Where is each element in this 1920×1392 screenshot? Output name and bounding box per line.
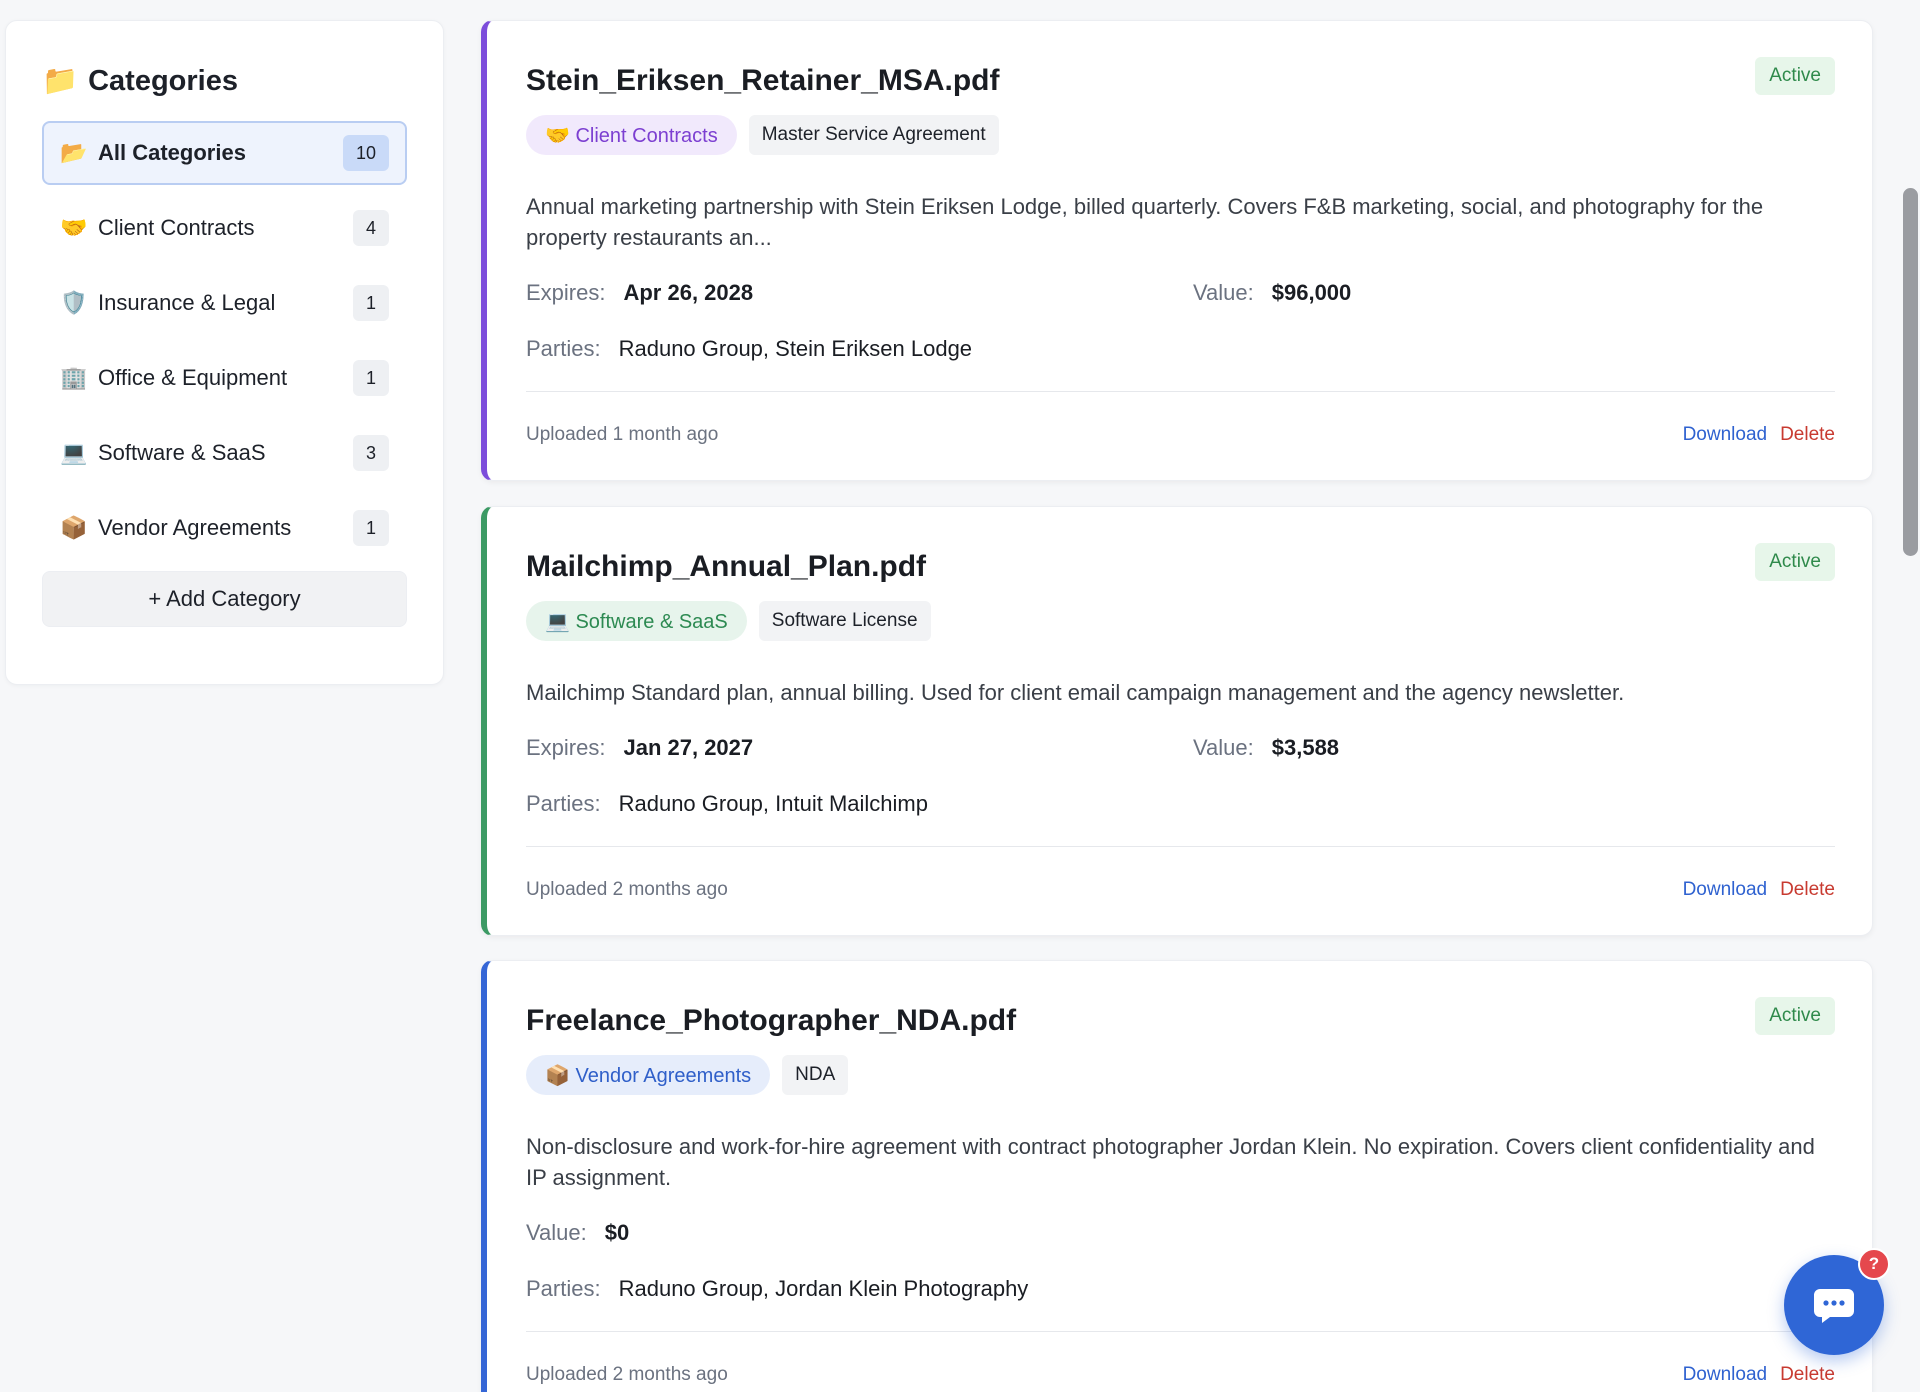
document-card: Freelance_Photographer_NDA.pdf Active 📦 … — [481, 960, 1873, 1392]
expires-label: Expires: — [526, 735, 606, 760]
delete-link[interactable]: Delete — [1780, 424, 1835, 446]
tag-row: 📦 Vendor Agreements NDA — [526, 1055, 1835, 1095]
shield-icon: 🛡️ — [60, 290, 88, 315]
parties-value: Raduno Group, Stein Eriksen Lodge — [618, 336, 973, 361]
value-label: Value: — [526, 1220, 587, 1245]
value-amount: $0 — [604, 1220, 630, 1245]
open-folder-icon: 📂 — [60, 140, 88, 165]
status-badge: Active — [1755, 57, 1835, 95]
expires-value: Jan 27, 2027 — [623, 735, 754, 760]
category-item-vendor-agreements[interactable]: 📦 Vendor Agreements 1 — [42, 496, 407, 560]
status-badge: Active — [1755, 543, 1835, 581]
value-label: Value: — [1193, 280, 1254, 305]
document-card: Stein_Eriksen_Retainer_MSA.pdf Active 🤝 … — [481, 20, 1873, 481]
category-tag: 💻 Software & SaaS — [526, 601, 747, 641]
download-link[interactable]: Download — [1683, 879, 1768, 901]
parties-field: Parties: Raduno Group, Intuit Mailchimp — [526, 788, 1835, 820]
category-label: Vendor Agreements — [98, 515, 292, 540]
value-amount: $96,000 — [1271, 280, 1352, 305]
parties-field: Parties: Raduno Group, Jordan Klein Phot… — [526, 1273, 1835, 1305]
card-actions: Download Delete — [1683, 424, 1835, 446]
download-link[interactable]: Download — [1683, 424, 1768, 446]
category-count-badge: 10 — [343, 135, 389, 171]
card-footer: Uploaded 2 months ago Download Delete — [526, 1331, 1835, 1392]
card-header: Stein_Eriksen_Retainer_MSA.pdf Active 🤝 … — [526, 21, 1835, 155]
category-label: Insurance & Legal — [98, 290, 276, 315]
card-footer: Uploaded 2 months ago Download Delete — [526, 846, 1835, 932]
meta-row: Expires: Jan 27, 2027 Value: $3,588 — [526, 732, 1835, 764]
document-description: Mailchimp Standard plan, annual billing.… — [526, 680, 1625, 705]
document-filename[interactable]: Freelance_Photographer_NDA.pdf — [526, 1001, 1835, 1041]
expires-value: Apr 26, 2028 — [623, 280, 754, 305]
category-item-all[interactable]: 📂 All Categories 10 — [42, 121, 407, 185]
category-item-office-equipment[interactable]: 🏢 Office & Equipment 1 — [42, 346, 407, 410]
parties-label: Parties: — [526, 336, 601, 361]
meta-row: Value: $0 — [526, 1217, 1835, 1249]
laptop-icon: 💻 — [60, 440, 88, 465]
download-link[interactable]: Download — [1683, 1364, 1768, 1386]
category-item-software-saas[interactable]: 💻 Software & SaaS 3 — [42, 421, 407, 485]
parties-label: Parties: — [526, 1276, 601, 1301]
folder-icon: 📁 — [42, 65, 79, 97]
parties-field: Parties: Raduno Group, Stein Eriksen Lod… — [526, 333, 1835, 365]
sidebar-title: 📁 Categories — [42, 59, 407, 103]
document-type-tag: NDA — [782, 1055, 849, 1095]
value-field: Value: $0 — [526, 1220, 629, 1246]
card-actions: Download Delete — [1683, 879, 1835, 901]
category-count-badge: 1 — [353, 510, 389, 546]
category-item-insurance-legal[interactable]: 🛡️ Insurance & Legal 1 — [42, 271, 407, 335]
category-label: Client Contracts — [98, 215, 255, 240]
value-label: Value: — [1193, 735, 1254, 760]
category-count-badge: 1 — [353, 360, 389, 396]
category-label: Software & SaaS — [98, 440, 266, 465]
expires-field: Expires: Apr 26, 2028 — [526, 280, 1193, 306]
office-building-icon: 🏢 — [60, 365, 88, 390]
document-type-tag: Software License — [758, 601, 931, 641]
category-tag: 📦 Vendor Agreements — [526, 1055, 771, 1095]
chat-bubble-icon — [1814, 1289, 1854, 1323]
document-filename[interactable]: Stein_Eriksen_Retainer_MSA.pdf — [526, 61, 1835, 101]
category-label: All Categories — [98, 140, 246, 165]
category-label: Office & Equipment — [98, 365, 288, 390]
card-header: Mailchimp_Annual_Plan.pdf Active 💻 Softw… — [526, 507, 1835, 641]
card-footer: Uploaded 1 month ago Download Delete — [526, 391, 1835, 477]
status-badge: Active — [1755, 997, 1835, 1035]
add-category-button[interactable]: + Add Category — [42, 571, 407, 627]
scrollbar-thumb[interactable] — [1903, 188, 1918, 556]
category-item-client-contracts[interactable]: 🤝 Client Contracts 4 — [42, 196, 407, 260]
document-filename[interactable]: Mailchimp_Annual_Plan.pdf — [526, 547, 1835, 587]
card-header: Freelance_Photographer_NDA.pdf Active 📦 … — [526, 961, 1835, 1095]
uploaded-time: Uploaded 1 month ago — [526, 423, 719, 445]
meta-row: Expires: Apr 26, 2028 Value: $96,000 — [526, 277, 1835, 309]
tag-row: 💻 Software & SaaS Software License — [526, 601, 1835, 641]
package-icon: 📦 — [60, 515, 88, 540]
category-count-badge: 3 — [353, 435, 389, 471]
parties-label: Parties: — [526, 791, 601, 816]
document-description: Annual marketing partnership with Stein … — [526, 194, 1764, 250]
value-field: Value: $96,000 — [1193, 280, 1351, 306]
expires-field: Expires: Jan 27, 2027 — [526, 735, 1193, 761]
categories-sidebar: 📁 Categories 📂 All Categories 10 🤝 Clien… — [5, 20, 444, 685]
value-amount: $3,588 — [1271, 735, 1340, 760]
delete-link[interactable]: Delete — [1780, 1364, 1835, 1386]
tag-row: 🤝 Client Contracts Master Service Agreem… — [526, 115, 1835, 155]
category-count-badge: 1 — [353, 285, 389, 321]
category-count-badge: 4 — [353, 210, 389, 246]
parties-value: Raduno Group, Jordan Klein Photography — [618, 1276, 1029, 1301]
card-actions: Download Delete — [1683, 1364, 1835, 1386]
expires-label: Expires: — [526, 280, 606, 305]
uploaded-time: Uploaded 2 months ago — [526, 878, 728, 900]
page-scrollbar[interactable] — [1900, 0, 1920, 1392]
sidebar-title-label: Categories — [88, 64, 238, 97]
help-badge[interactable]: ? — [1858, 1248, 1890, 1280]
value-field: Value: $3,588 — [1193, 735, 1339, 761]
document-type-tag: Master Service Agreement — [748, 115, 999, 155]
handshake-icon: 🤝 — [60, 215, 88, 240]
parties-value: Raduno Group, Intuit Mailchimp — [618, 791, 928, 816]
document-card: Mailchimp_Annual_Plan.pdf Active 💻 Softw… — [481, 506, 1873, 936]
document-description: Non-disclosure and work-for-hire agreeme… — [526, 1134, 1815, 1190]
category-tag: 🤝 Client Contracts — [526, 115, 737, 155]
uploaded-time: Uploaded 2 months ago — [526, 1363, 728, 1385]
delete-link[interactable]: Delete — [1780, 879, 1835, 901]
